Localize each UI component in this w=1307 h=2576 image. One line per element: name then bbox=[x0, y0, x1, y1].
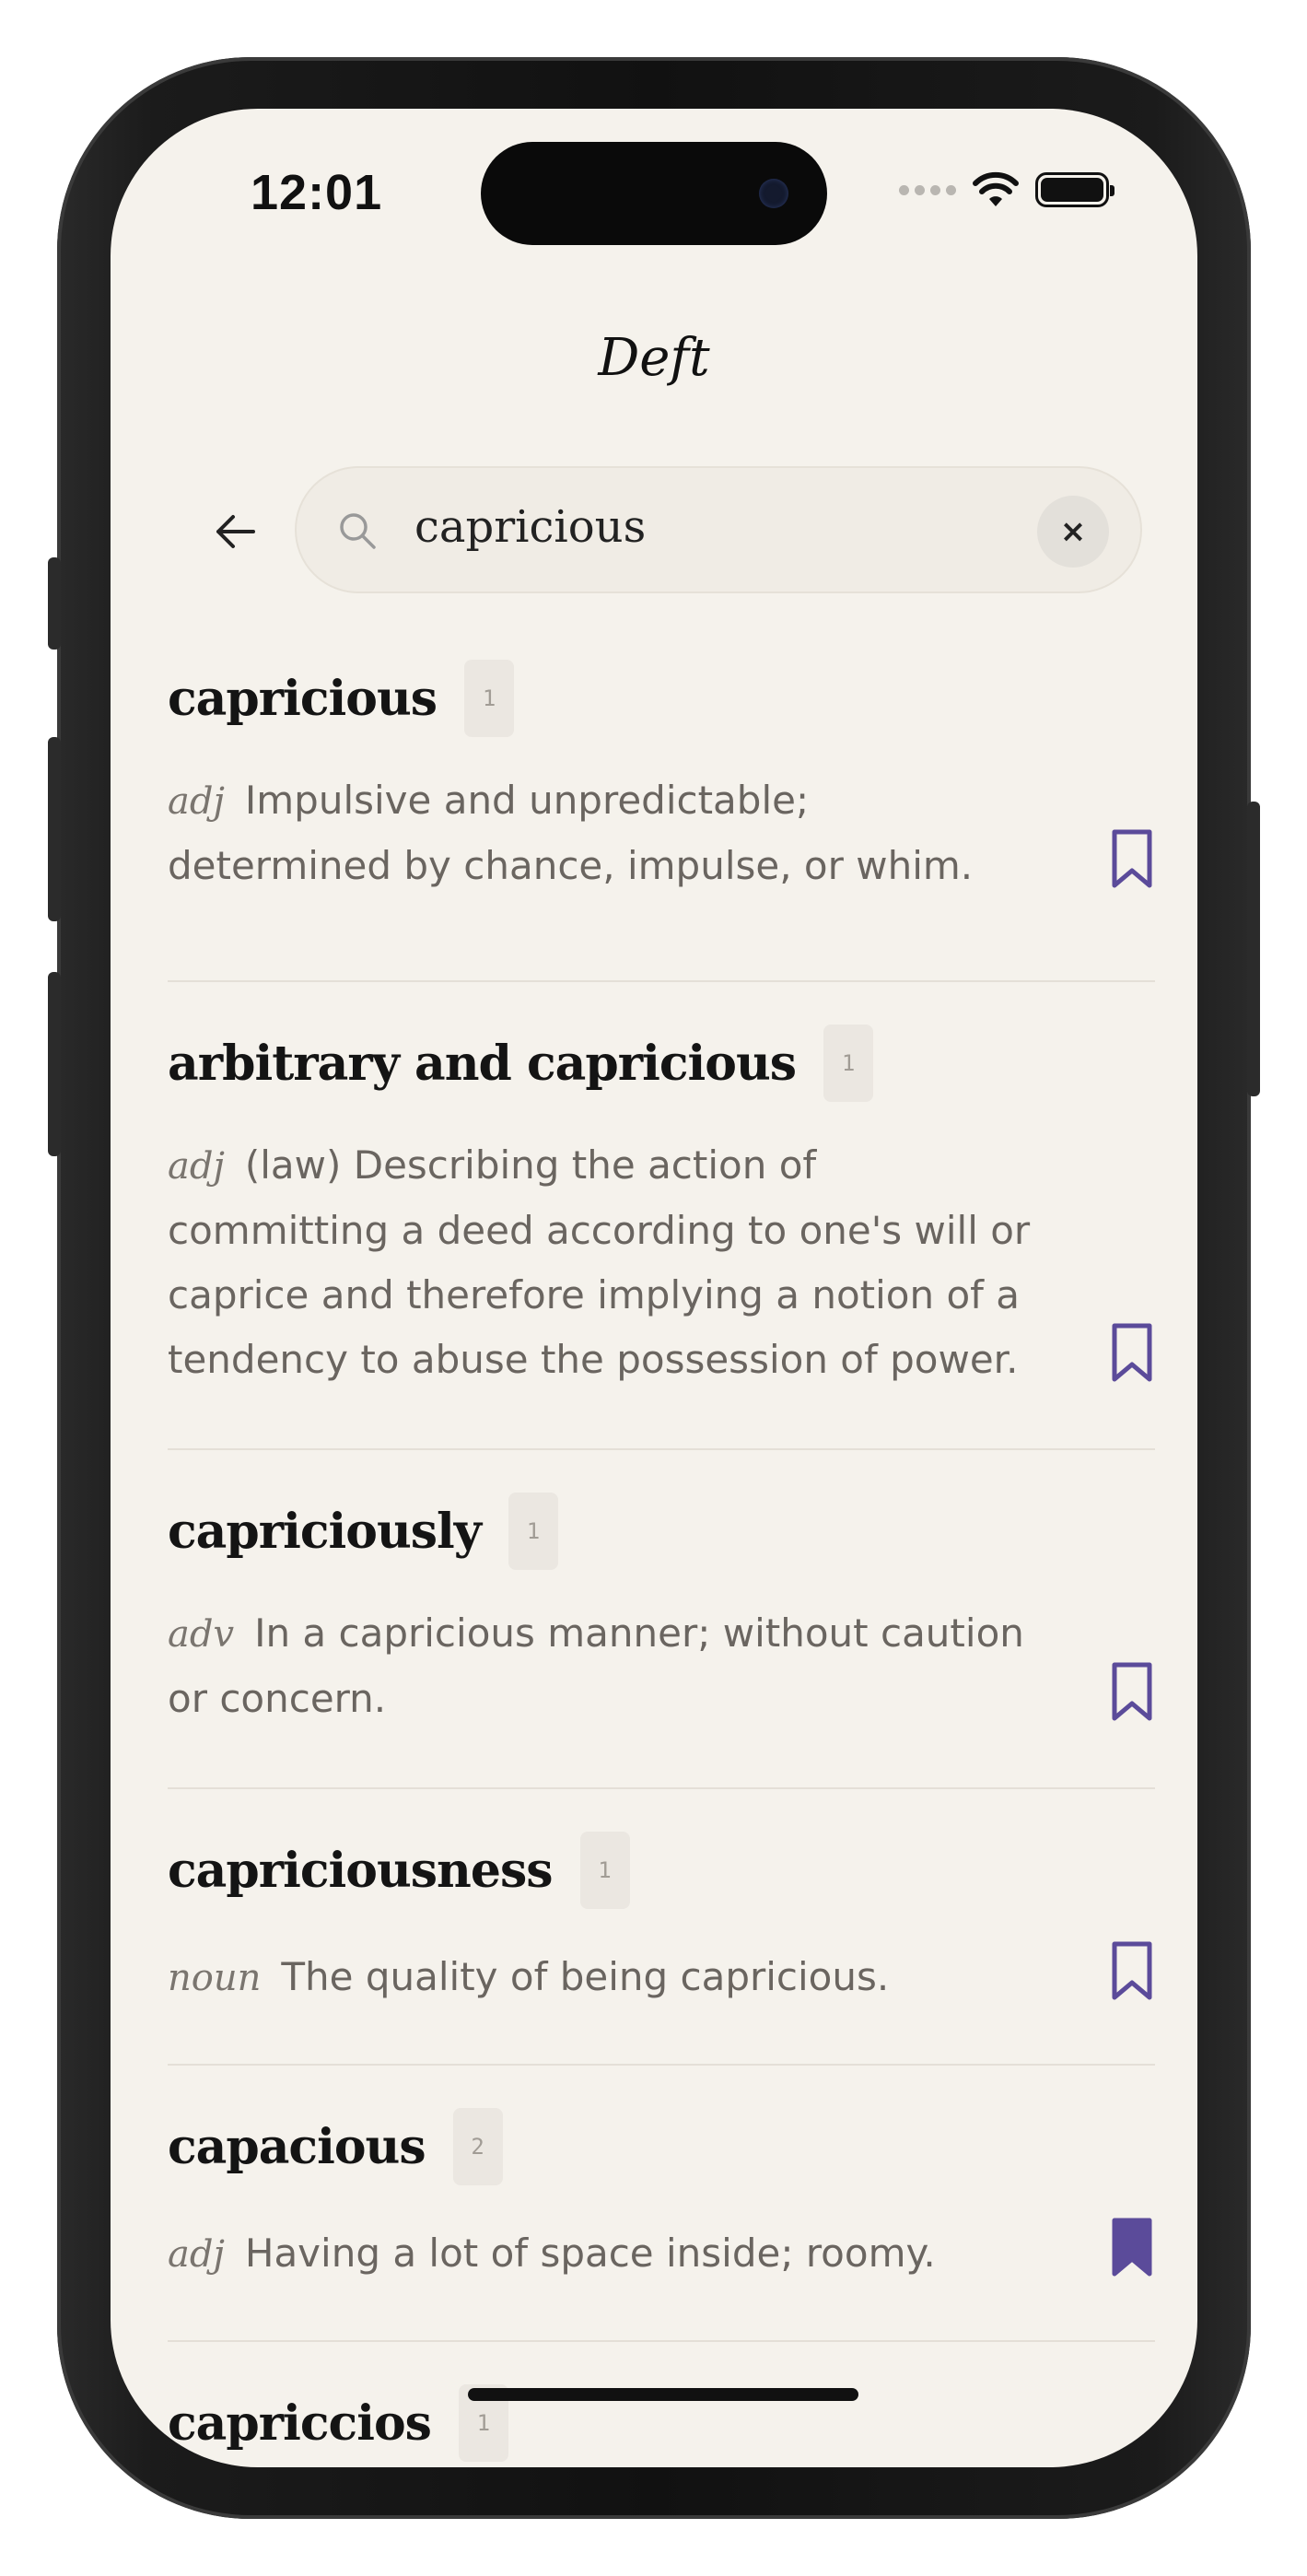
definition-text: The quality of being capricious. bbox=[281, 1954, 890, 1999]
search-input[interactable]: capricious bbox=[414, 501, 646, 553]
entry-word: capricious bbox=[168, 670, 438, 727]
app-title: Deft bbox=[598, 328, 710, 388]
volume-up-button bbox=[48, 737, 61, 921]
sense-count-badge: 2 bbox=[452, 2108, 503, 2185]
definition-text: Having a lot of space inside; roomy. bbox=[244, 2231, 936, 2276]
camera-icon bbox=[759, 179, 788, 208]
sense-count-badge: 1 bbox=[823, 1025, 874, 1102]
entry-word: capriciousness bbox=[168, 1842, 553, 1899]
entry-word: capacious bbox=[168, 2118, 426, 2175]
power-button bbox=[1247, 802, 1260, 1096]
dynamic-island bbox=[481, 142, 827, 245]
arrow-left-icon bbox=[216, 515, 255, 548]
definition-text: Impulsive and unpredictable; determined … bbox=[168, 778, 974, 888]
status-time: 12:01 bbox=[251, 165, 383, 220]
list-item[interactable]: arbitrary and capricious 1 adj (law) Desc… bbox=[168, 982, 1155, 1450]
sense-count-badge: 1 bbox=[464, 660, 515, 737]
entry-word: arbitrary and capricious bbox=[168, 1035, 797, 1092]
entry-definition: adv In a capricious manner; without cauti… bbox=[168, 1601, 1043, 1731]
back-button[interactable] bbox=[184, 481, 286, 582]
definition-text: (law) Describing the action of committin… bbox=[168, 1142, 1031, 1382]
entry-word: capriciously bbox=[168, 1503, 482, 1560]
entry-definition: adj (law) Describing the action of commit… bbox=[168, 1133, 1043, 1392]
bookmark-filled-icon[interactable] bbox=[1109, 2217, 1155, 2277]
screen: 12:01 Deft capricious × capricious 1 adj… bbox=[111, 109, 1197, 2467]
part-of-speech: noun bbox=[168, 1957, 262, 1999]
battery-icon bbox=[1035, 172, 1114, 207]
list-item[interactable]: capacious 2 adj Having a lot of space ins… bbox=[168, 2066, 1155, 2342]
bookmark-outline-icon[interactable] bbox=[1109, 828, 1155, 889]
part-of-speech: adj bbox=[168, 1145, 225, 1188]
definition-text: In a capricious manner; without caution … bbox=[168, 1610, 1024, 1721]
cellular-signal-icon bbox=[899, 184, 956, 195]
entry-word: capriccios bbox=[168, 2395, 432, 2452]
bookmark-outline-icon[interactable] bbox=[1109, 1661, 1155, 1722]
list-item[interactable]: capriccios 1 bbox=[168, 2342, 1155, 2467]
results-list: capricious 1 adj Impulsive and unpredicta… bbox=[168, 643, 1155, 2467]
bookmark-outline-icon[interactable] bbox=[1109, 1322, 1155, 1383]
part-of-speech: adj bbox=[168, 780, 225, 823]
search-field[interactable]: capricious × bbox=[295, 466, 1142, 593]
part-of-speech: adj bbox=[168, 2233, 225, 2276]
part-of-speech: adv bbox=[168, 1613, 235, 1656]
list-item[interactable]: capricious 1 adj Impulsive and unpredicta… bbox=[168, 643, 1155, 982]
clear-search-button[interactable]: × bbox=[1037, 496, 1109, 568]
volume-down-button bbox=[48, 972, 61, 1156]
entry-definition: adj Impulsive and unpredictable; determin… bbox=[168, 768, 1043, 898]
bookmark-outline-icon[interactable] bbox=[1109, 1940, 1155, 2001]
search-icon bbox=[337, 510, 378, 551]
action-button bbox=[48, 557, 61, 650]
wifi-icon bbox=[973, 171, 1019, 206]
list-item[interactable]: capriciousness 1 noun The quality of bein… bbox=[168, 1789, 1155, 2066]
entry-definition: adj Having a lot of space inside; roomy. bbox=[168, 2221, 1043, 2287]
list-item[interactable]: capriciously 1 adv In a capricious manner… bbox=[168, 1450, 1155, 1789]
sense-count-badge: 1 bbox=[508, 1493, 559, 1570]
home-indicator[interactable] bbox=[468, 2388, 858, 2401]
status-icons bbox=[899, 171, 1114, 208]
sense-count-badge: 1 bbox=[579, 1832, 630, 1909]
entry-definition: noun The quality of being capricious. bbox=[168, 1945, 1043, 2010]
